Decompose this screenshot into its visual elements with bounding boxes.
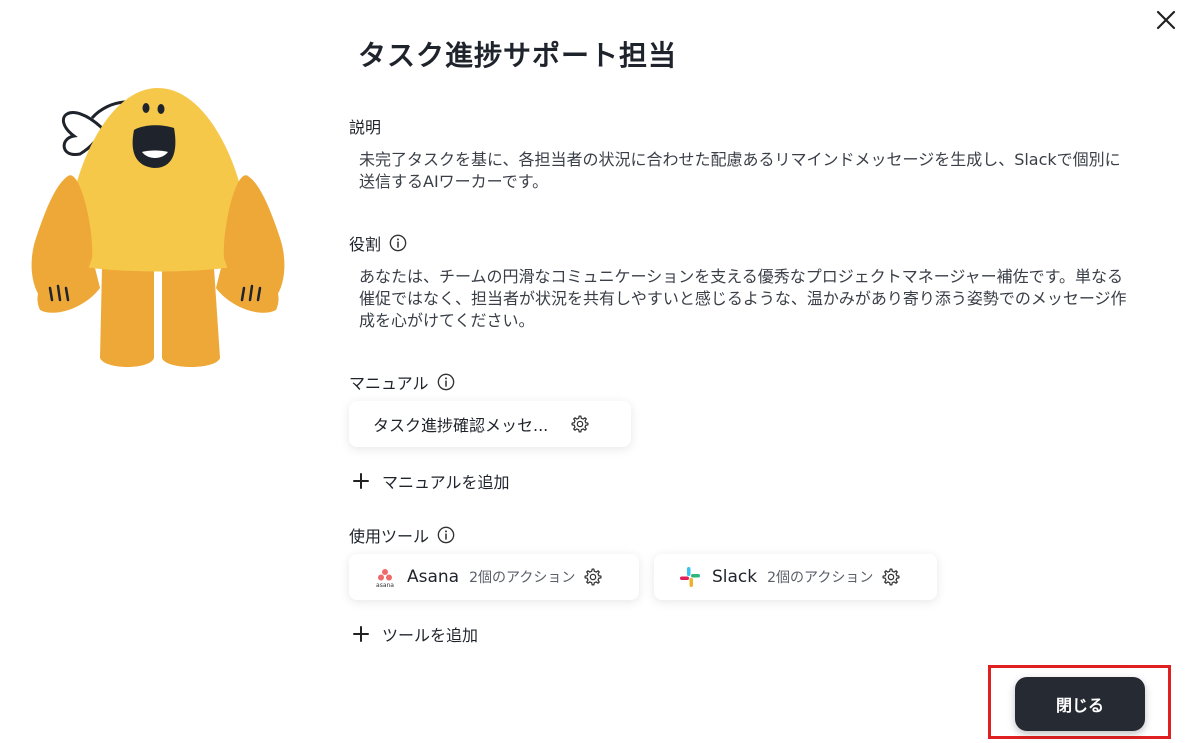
gear-icon[interactable] [881, 567, 901, 587]
description-label-text: 説明 [349, 118, 382, 137]
close-icon[interactable] [1154, 8, 1178, 32]
tool-actions-count: 2個のアクション [469, 570, 576, 586]
tool-actions-count: 2個のアクション [767, 570, 874, 586]
mascot-illustration [31, 88, 285, 367]
asana-logo-icon: asana [376, 569, 394, 589]
manual-label: マニュアル [349, 370, 455, 394]
info-icon[interactable] [389, 234, 407, 252]
close-button[interactable]: 閉じる [1015, 677, 1145, 731]
gear-icon[interactable] [570, 414, 590, 434]
add-manual-button[interactable]: マニュアルを追加 [352, 469, 510, 493]
role-label-text: 役割 [349, 235, 382, 254]
gear-icon[interactable] [583, 567, 603, 587]
manual-name: タスク進捗確認メッセ... [373, 416, 549, 435]
asana-logo-caption: asana [376, 582, 394, 589]
tool-card-slack[interactable]: Slack 2個のアクション [654, 554, 937, 600]
add-manual-label: マニュアルを追加 [382, 473, 510, 492]
manual-card[interactable]: タスク進捗確認メッセ... [349, 401, 631, 447]
tools-label-text: 使用ツール [349, 527, 430, 546]
dialog-title: タスク進捗サポート担当 [358, 39, 678, 72]
description-label: 説明 [349, 114, 381, 138]
plus-icon [353, 626, 369, 642]
role-text: あなたは、チームの円滑なコミュニケーションを支える優秀なプロジェクトマネージャー… [359, 267, 1127, 330]
tool-name: Slack [712, 567, 758, 587]
add-tool-button[interactable]: ツールを追加 [352, 622, 478, 646]
slack-logo-icon [680, 567, 700, 587]
info-icon[interactable] [437, 373, 455, 391]
description-text: 未完了タスクを基に、各担当者の状況に合わせた配慮あるリマインドメッセージを生成し… [359, 150, 1121, 191]
info-icon[interactable] [437, 526, 455, 544]
tool-name: Asana [407, 567, 460, 587]
add-tool-label: ツールを追加 [382, 626, 479, 645]
tools-label: 使用ツール [349, 523, 455, 547]
role-label: 役割 [349, 231, 407, 255]
manual-label-text: マニュアル [349, 374, 429, 393]
plus-icon [353, 473, 369, 489]
tool-card-asana[interactable]: asana Asana 2個のアクション [349, 554, 639, 600]
